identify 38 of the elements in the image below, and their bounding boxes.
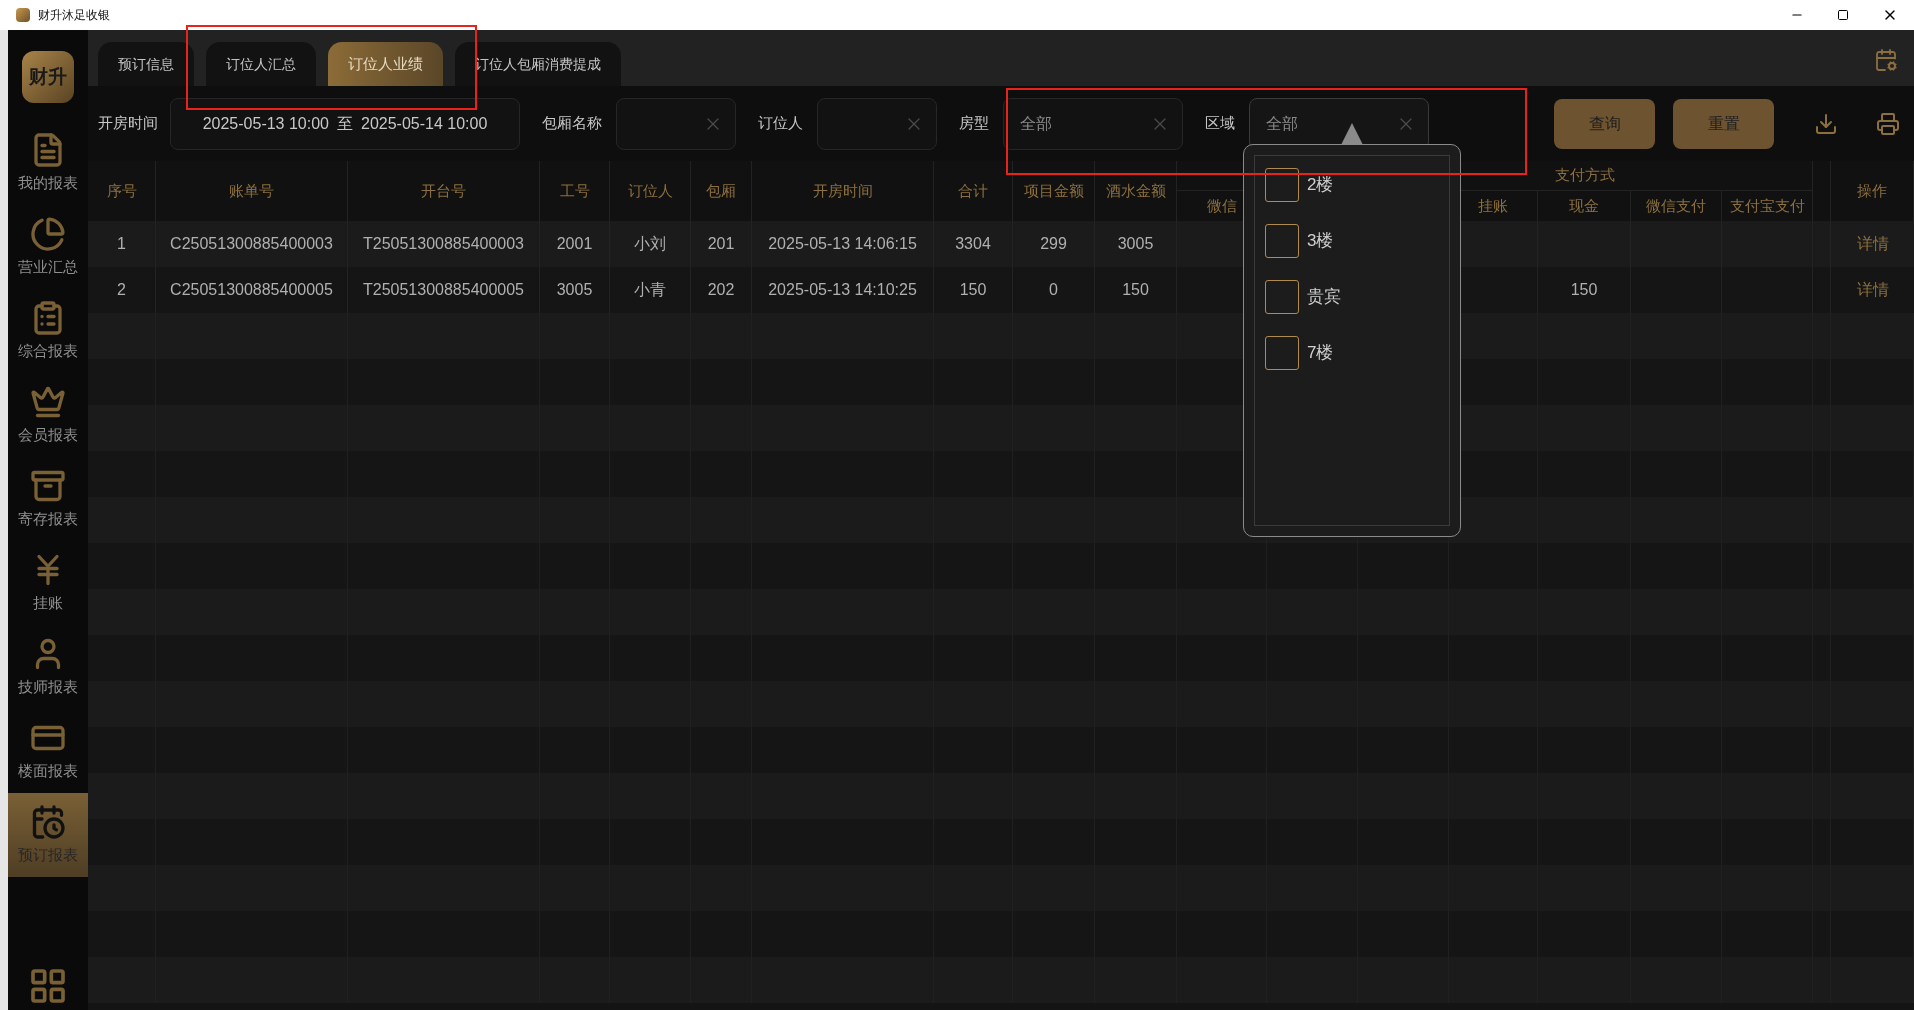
pie-chart-icon [30, 215, 66, 252]
sidebar-item[interactable]: 楼面报表 [8, 709, 88, 793]
sidebar-item[interactable]: 我的报表 [8, 121, 88, 205]
app-logo: 财升 [22, 51, 74, 103]
date-range-field[interactable]: 2025-05-13 10:00 至 2025-05-14 10:00 [170, 97, 520, 150]
app-icon [16, 8, 30, 22]
sidebar-item[interactable]: 寄存报表 [8, 457, 88, 541]
print-icon[interactable] [1876, 111, 1900, 136]
checkbox[interactable] [1265, 224, 1299, 258]
sidebar-item[interactable]: 会员报表 [8, 373, 88, 457]
option-label[interactable]: 3楼 [1307, 228, 1334, 254]
sidebar-item[interactable]: 综合报表 [8, 289, 88, 373]
grid-icon[interactable] [28, 966, 68, 1006]
detail-link[interactable]: 详情 [1831, 221, 1914, 267]
window-title: 财升沐足收银 [38, 7, 110, 24]
filter-label: 订位人 [758, 113, 803, 134]
option-label[interactable]: 7楼 [1307, 340, 1334, 366]
sidebar-item[interactable]: 技师报表 [8, 625, 88, 709]
select-field[interactable] [616, 97, 736, 150]
filter-label: 区域 [1205, 113, 1235, 134]
calendar-clock-icon [30, 803, 66, 840]
checkbox[interactable] [1265, 280, 1299, 314]
filter-label: 包厢名称 [542, 113, 602, 134]
select-field[interactable]: 全部 [1003, 97, 1183, 150]
sidebar-item[interactable]: 挂账 [8, 541, 88, 625]
option-label[interactable]: 贵宾 [1307, 284, 1341, 310]
filter-label: 房型 [959, 113, 989, 134]
sidebar-item[interactable]: 营业汇总 [8, 205, 88, 289]
tab[interactable]: 订位人汇总 [206, 42, 316, 86]
checkbox[interactable] [1265, 336, 1299, 370]
select-field[interactable] [817, 97, 937, 150]
maximize-icon[interactable] [1837, 9, 1849, 21]
detail-link[interactable]: 详情 [1831, 267, 1914, 313]
tab[interactable]: 订位人业绩 [328, 42, 443, 86]
download-icon[interactable] [1814, 111, 1838, 136]
filter-label: 开房时间 [98, 113, 158, 134]
option-label[interactable]: 2楼 [1307, 172, 1334, 198]
tab[interactable]: 预订信息 [98, 42, 194, 86]
